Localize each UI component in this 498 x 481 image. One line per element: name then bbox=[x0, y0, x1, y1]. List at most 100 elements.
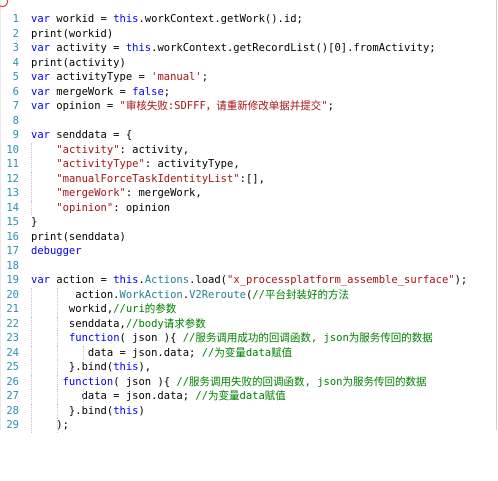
code-token: "opinion" bbox=[56, 201, 114, 214]
code-token: var bbox=[31, 129, 50, 141]
code-token: workid, bbox=[31, 303, 114, 315]
code-token: ); bbox=[454, 274, 468, 286]
code-token: var bbox=[31, 13, 50, 25]
code-line[interactable]: 2 print(workid) bbox=[0, 27, 496, 42]
code-token: senddata, bbox=[31, 317, 126, 330]
code-line[interactable]: 8 bbox=[0, 114, 496, 129]
code-token: Actions bbox=[144, 274, 190, 286]
code-line[interactable]: 4 print(activity) bbox=[0, 56, 496, 71]
line-number: 12 bbox=[6, 172, 19, 185]
code-line[interactable]: 9 var senddata = { bbox=[0, 128, 496, 143]
code-token: //服务调用失败的回调函数, json为服务传回的数据 bbox=[176, 375, 427, 388]
code-token: function bbox=[68, 332, 120, 344]
code-token: .workContext.getWork().id; bbox=[138, 13, 303, 25]
code-line[interactable]: 29 ); bbox=[0, 418, 496, 433]
code-line[interactable]: 20 action.WorkAction.V2Reroute(//平台封装好的方… bbox=[0, 287, 496, 302]
code-line[interactable]: 7 var opinion = "审核失败:SDFFF，请重新修改单据并提交"; bbox=[0, 99, 496, 114]
line-number: 22 bbox=[6, 317, 19, 330]
indent-guide bbox=[31, 142, 33, 157]
code-token: //服务调用成功的回调函数, json为服务传回的数据 bbox=[182, 332, 433, 344]
code-token: print(activity) bbox=[31, 56, 126, 69]
line-number: 11 bbox=[6, 158, 19, 170]
code-line[interactable]: 21 workid,//uri的参数 bbox=[0, 302, 496, 317]
line-number: 9 bbox=[12, 129, 19, 141]
code-token: V2Reroute bbox=[189, 288, 246, 301]
line-number: 15 bbox=[6, 216, 19, 228]
line-number: 21 bbox=[6, 303, 19, 315]
line-number: 4 bbox=[12, 56, 19, 69]
code-token: : opinion bbox=[113, 201, 171, 214]
code-line[interactable]: 3 var activity = this.workContext.getReco… bbox=[0, 41, 496, 56]
code-line[interactable]: 13 "mergeWork": mergeWork, bbox=[0, 186, 496, 201]
indent-guide bbox=[83, 389, 85, 404]
line-number: 26 bbox=[6, 375, 19, 388]
code-token: "x_processplatform_assemble_surface" bbox=[227, 274, 455, 286]
code-token: //为变量data赋值 bbox=[195, 390, 286, 402]
code-line[interactable]: 5 var activityType = 'manual'; bbox=[0, 70, 496, 85]
code-token: }.bind( bbox=[31, 404, 114, 417]
line-number: 28 bbox=[6, 404, 19, 417]
code-token: print(senddata) bbox=[31, 230, 126, 243]
indent-guide bbox=[57, 316, 59, 331]
code-token: var bbox=[31, 42, 50, 54]
line-number: 18 bbox=[6, 259, 19, 272]
code-line[interactable]: 6 var mergeWork = false; bbox=[0, 85, 496, 100]
error-marker-icon[interactable] bbox=[0, 0, 8, 7]
code-token: ( json ){ bbox=[113, 375, 177, 388]
code-line[interactable]: 26 function( json ){ //服务调用失败的回调函数, json… bbox=[0, 374, 496, 389]
code-line[interactable]: 12 "manualForceTaskIdentityList":[], bbox=[0, 171, 496, 186]
line-number: 7 bbox=[12, 100, 19, 112]
code-token: function bbox=[62, 375, 114, 388]
code-line[interactable]: 19 var action = this.Actions.load("x_proc… bbox=[0, 273, 496, 288]
code-token: mergeWork = bbox=[49, 85, 133, 98]
code-token: "审核失败:SDFFF，请重新修改单据并提交" bbox=[119, 100, 328, 112]
code-token: //body请求参数 bbox=[125, 317, 206, 330]
code-editor[interactable]: 1 var workid = this.workContext.getWork()… bbox=[0, 12, 496, 433]
code-line[interactable]: 17 debugger bbox=[0, 244, 496, 259]
code-line[interactable]: 14 "opinion": opinion bbox=[0, 200, 496, 215]
code-line[interactable]: 28 }.bind(this) bbox=[0, 403, 496, 418]
code-line[interactable]: 18 bbox=[0, 259, 496, 274]
line-number: 5 bbox=[12, 71, 19, 83]
indent-guide bbox=[31, 287, 33, 302]
code-line[interactable]: 25 }.bind(this), bbox=[0, 360, 496, 375]
indent-guide bbox=[57, 389, 59, 404]
code-line[interactable]: 15} bbox=[0, 215, 496, 230]
code-token: ) bbox=[138, 404, 145, 417]
code-token: .workContext.getRecordList()[0].fromActi… bbox=[151, 42, 436, 54]
code-token: "activity" bbox=[56, 143, 120, 156]
code-token: var bbox=[31, 100, 50, 112]
line-number: 14 bbox=[6, 201, 19, 214]
indent-guide bbox=[31, 389, 33, 404]
code-token: action = bbox=[49, 274, 114, 286]
code-line[interactable]: 24 data = json.data; //为变量data赋值 bbox=[0, 345, 496, 360]
code-line[interactable]: 27 data = json.data; //为变量data赋值 bbox=[0, 389, 496, 404]
code-token: debugger bbox=[31, 245, 82, 257]
code-line[interactable]: 22 senddata,//body请求参数 bbox=[0, 316, 496, 331]
code-token: this bbox=[113, 274, 139, 286]
code-token: false bbox=[132, 85, 164, 98]
code-token: //平台封装好的方法 bbox=[252, 288, 349, 301]
code-line[interactable]: 16 print(senddata) bbox=[0, 230, 496, 245]
indent-guide bbox=[57, 302, 59, 317]
line-number: 8 bbox=[12, 114, 19, 127]
indent-guide bbox=[31, 157, 33, 172]
code-line[interactable]: 23 function( json ){ //服务调用成功的回调函数, json… bbox=[0, 331, 496, 346]
editor-right-border bbox=[496, 0, 497, 430]
code-line[interactable]: 1 var workid = this.workContext.getWork()… bbox=[0, 12, 496, 27]
line-number: 19 bbox=[6, 274, 19, 286]
code-token: action. bbox=[31, 288, 120, 301]
code-token: print(workid) bbox=[31, 27, 114, 40]
code-token: data = json.data; bbox=[31, 390, 196, 402]
code-token: //uri的参数 bbox=[113, 303, 177, 315]
line-number: 20 bbox=[6, 288, 19, 301]
indent-guide bbox=[83, 345, 85, 360]
code-line[interactable]: 10 "activity": activity, bbox=[0, 142, 496, 157]
code-token: :[], bbox=[239, 172, 265, 185]
code-line[interactable]: 11 "activityType": activityType, bbox=[0, 157, 496, 172]
indent-guide bbox=[57, 403, 59, 418]
indent-guide bbox=[31, 171, 33, 186]
indent-guide bbox=[31, 374, 33, 389]
